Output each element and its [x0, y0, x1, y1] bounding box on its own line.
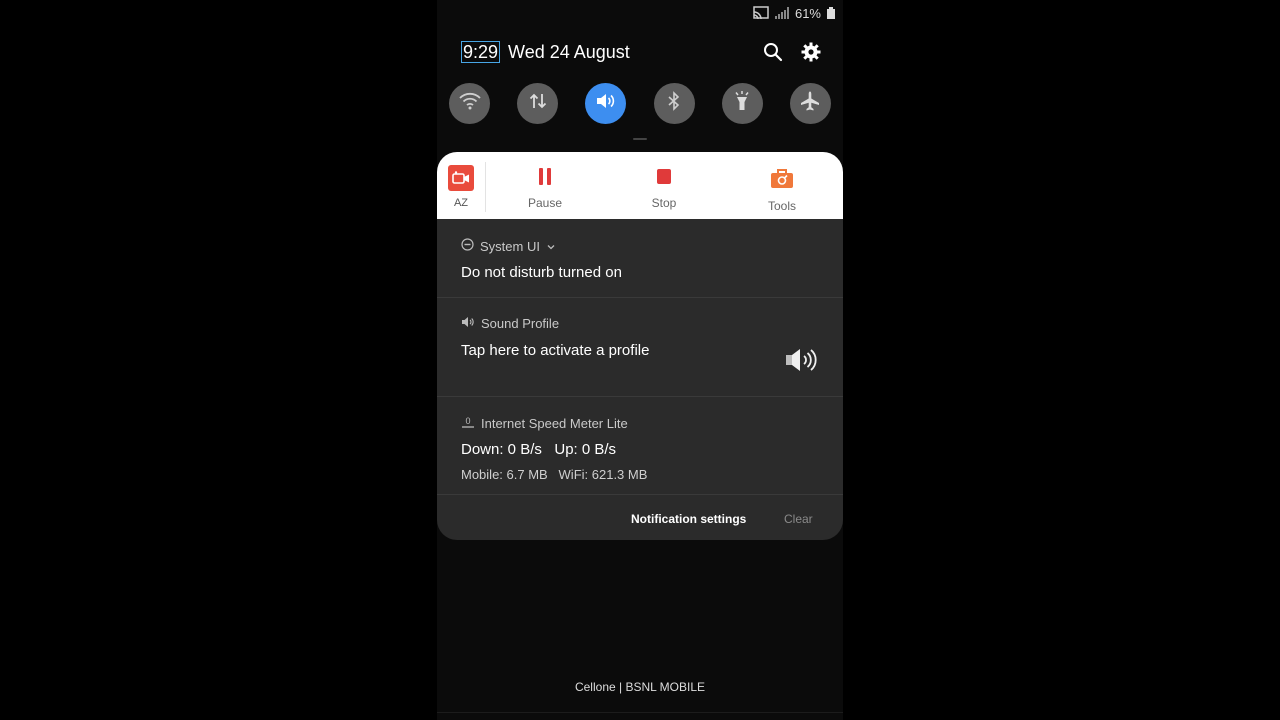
quick-settings-toggles [449, 83, 831, 125]
video-camera-icon [448, 165, 474, 191]
notification-internet-speed-meter[interactable]: 0 Internet Speed Meter Lite Down: 0 B/s … [437, 397, 843, 495]
date: Wed 24 August [508, 41, 630, 62]
notification-app-name: System UI [480, 238, 540, 254]
bluetooth-toggle[interactable] [653, 83, 695, 124]
notification-system-ui[interactable]: System UI Do not disturb turned on [437, 219, 843, 298]
notification-app-name: Sound Profile [481, 316, 560, 331]
pause-label: Pause [527, 196, 563, 210]
gear-icon[interactable] [799, 40, 823, 64]
tools-label: Tools [767, 199, 796, 213]
bluetooth-icon [666, 91, 682, 116]
airplane-icon [799, 90, 821, 117]
divider [437, 712, 843, 713]
sound-toggle[interactable] [585, 83, 627, 124]
drag-handle[interactable] [633, 138, 647, 140]
stop-icon [656, 168, 672, 190]
status-bar: 61% [753, 4, 835, 22]
recorder-app[interactable]: AZ [437, 162, 486, 212]
toolbox-icon [770, 168, 794, 193]
shade-header: 9:29 Wed 24 August [461, 40, 823, 64]
wifi-toggle[interactable] [449, 83, 490, 124]
search-icon[interactable] [761, 40, 785, 64]
signal-icon [774, 7, 789, 19]
mobile-data-toggle[interactable] [517, 83, 559, 124]
pause-icon [538, 168, 552, 190]
cast-icon [753, 6, 769, 20]
notification-title: Down: 0 B/s Up: 0 B/s [461, 441, 617, 458]
clock: 9:29 [461, 41, 501, 63]
screen-recorder-controls: AZ Pause Stop Tools [437, 152, 843, 219]
flashlight-icon [733, 90, 751, 117]
speaker-icon [461, 316, 475, 331]
notification-app-name: Internet Speed Meter Lite [481, 416, 628, 431]
clear-button[interactable]: Clear [784, 512, 813, 526]
data-arrows-icon [528, 91, 548, 116]
notification-shade: 61% 9:29 Wed 24 August AZ Pause Stop Too… [437, 0, 843, 720]
carrier-label: Cellone | BSNL MOBILE [574, 680, 706, 694]
stop-label: Stop [651, 196, 677, 210]
battery-icon [827, 7, 835, 19]
notification-title: Tap here to activate a profile [461, 342, 650, 359]
notification-list: System UI Do not disturb turned on Sound… [437, 219, 843, 540]
flashlight-toggle[interactable] [721, 83, 763, 124]
stop-button[interactable]: Stop [624, 168, 704, 210]
notification-settings-button[interactable]: Notification settings [631, 512, 746, 526]
airplane-mode-toggle[interactable] [789, 83, 831, 124]
battery-percent: 61% [794, 5, 821, 21]
tools-button[interactable]: Tools [742, 168, 822, 213]
loud-speaker-icon [785, 346, 819, 379]
notification-title: Do not disturb turned on [461, 264, 622, 281]
chevron-down-icon[interactable] [546, 239, 556, 254]
dnd-icon [461, 238, 474, 254]
notification-subtitle: Mobile: 6.7 MB WiFi: 621.3 MB [461, 467, 648, 482]
pause-button[interactable]: Pause [505, 168, 585, 210]
recorder-app-label: AZ [453, 197, 469, 209]
notification-sound-profile[interactable]: Sound Profile Tap here to activate a pro… [437, 298, 843, 397]
speed-meter-icon: 0 [461, 417, 475, 429]
wifi-icon [458, 91, 482, 116]
volume-icon [595, 91, 617, 116]
